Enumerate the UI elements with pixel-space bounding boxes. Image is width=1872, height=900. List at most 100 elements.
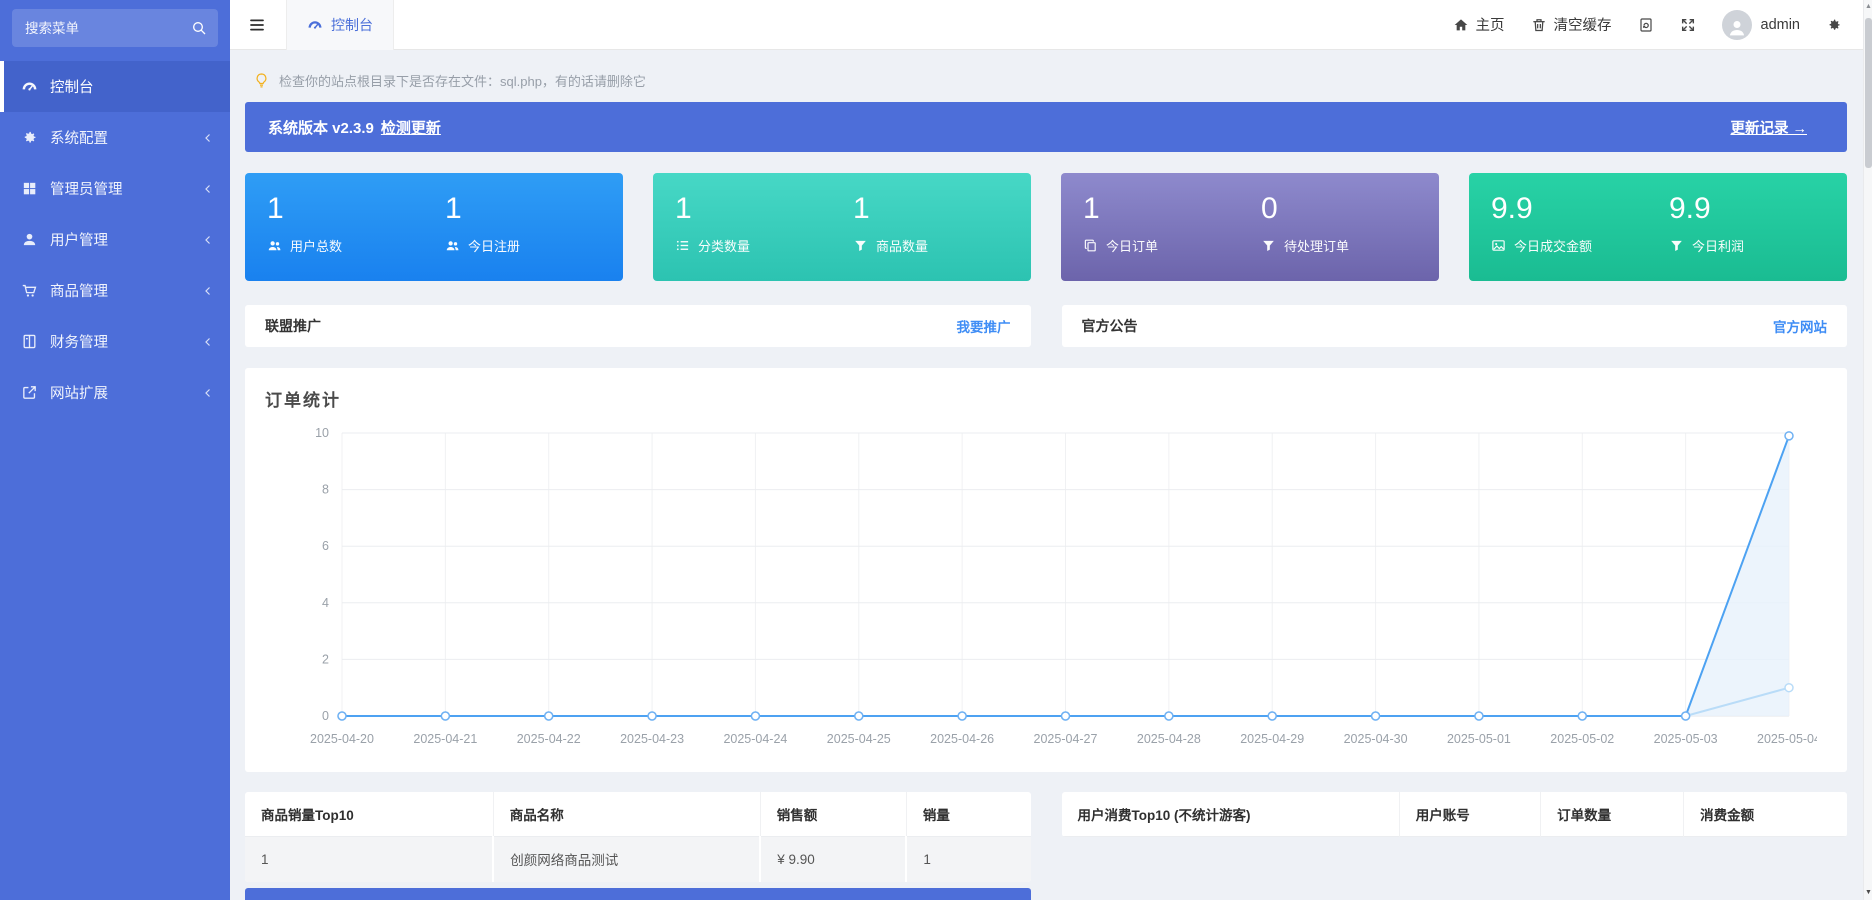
- stat-value: 1: [853, 193, 1031, 225]
- table-header-cell: 商品销量Top10: [245, 792, 493, 836]
- stat-label-text: 商品数量: [876, 236, 928, 255]
- stat-label: 分类数量: [675, 236, 853, 255]
- sidebar-item-label: 用户管理: [50, 229, 202, 250]
- content: 检查你的站点根目录下是否存在文件：sql.php，有的话请删除它 系统版本 v2…: [230, 50, 1872, 900]
- svg-text:2025-04-26: 2025-04-26: [930, 732, 994, 746]
- stat-value: 1: [267, 193, 445, 225]
- sidebar-item-goods-manage[interactable]: 商品管理: [0, 265, 230, 316]
- stat-label: 今日注册: [445, 236, 623, 255]
- sidebar-item-label: 财务管理: [50, 331, 202, 352]
- sidebar-item-user-manage[interactable]: 用户管理: [0, 214, 230, 265]
- sidebar-item-system-config[interactable]: 系统配置: [0, 112, 230, 163]
- order-chart: 02468102025-04-202025-04-212025-04-22202…: [265, 423, 1827, 763]
- stat-value: 1: [445, 193, 623, 225]
- menu-toggle-icon[interactable]: [247, 17, 267, 33]
- svg-text:6: 6: [322, 539, 329, 553]
- stat-label: 今日订单: [1083, 236, 1261, 255]
- stat: 1分类数量: [675, 193, 853, 281]
- clear-cache-button[interactable]: 清空缓存: [1531, 14, 1612, 35]
- sidebar-item-console[interactable]: 控制台: [0, 61, 230, 112]
- fullscreen-button[interactable]: [1680, 17, 1696, 33]
- svg-text:2025-04-21: 2025-04-21: [413, 732, 477, 746]
- user-menu[interactable]: admin: [1722, 10, 1801, 40]
- stat-label-text: 待处理订单: [1284, 236, 1349, 255]
- chevron-left-icon: [202, 336, 214, 348]
- search-input[interactable]: [12, 9, 218, 47]
- stat: 1 商品数量: [853, 193, 1031, 281]
- svg-text:2025-04-30: 2025-04-30: [1344, 732, 1408, 746]
- svg-text:2025-04-25: 2025-04-25: [827, 732, 891, 746]
- affiliate-link[interactable]: 我要推广: [957, 316, 1011, 336]
- cart-icon: [21, 282, 38, 299]
- ledger-icon: [21, 333, 38, 350]
- stat-value: 9.9: [1669, 193, 1847, 225]
- goods-top10-table: 商品销量Top10商品名称销售额销量1创颜网络商品测试¥ 9.901: [245, 792, 1031, 882]
- sidebar-item-finance-manage[interactable]: 财务管理: [0, 316, 230, 367]
- refresh-tab-button[interactable]: [1638, 17, 1654, 33]
- stat-cards: 1用户总数1今日注册1分类数量1商品数量1今日订单0待处理订单9.9今日成交金额…: [245, 173, 1847, 281]
- stat-label: 待处理订单: [1261, 236, 1439, 255]
- scrollbar-thumb[interactable]: [1865, 18, 1872, 168]
- scroll-down-arrow[interactable]: ▼: [1864, 888, 1872, 898]
- home-button[interactable]: 主页: [1453, 14, 1505, 35]
- svg-text:2025-04-24: 2025-04-24: [723, 732, 787, 746]
- sidebar-item-label: 网站扩展: [50, 382, 202, 403]
- table-header-cell: 消费金额: [1684, 792, 1847, 836]
- check-update-link[interactable]: 检测更新: [381, 117, 441, 138]
- username: admin: [1761, 17, 1801, 33]
- search-icon[interactable]: [191, 20, 207, 36]
- sidebar-menu: 控制台系统配置管理员管理用户管理商品管理财务管理网站扩展: [0, 61, 230, 418]
- table-header-cell: 销售额: [760, 792, 906, 836]
- stat-card-1: 1分类数量1 商品数量: [653, 173, 1031, 281]
- app-window: 控制台系统配置管理员管理用户管理商品管理财务管理网站扩展 控制台 主页 清空缓存: [0, 0, 1872, 900]
- changelog-link[interactable]: 更新记录 →: [1730, 121, 1807, 137]
- panel-affiliate: 联盟推广 我要推广: [245, 305, 1031, 347]
- stat-label: 商品数量: [853, 236, 1031, 255]
- stat-card-0: 1用户总数1今日注册: [245, 173, 623, 281]
- table-header-cell: 用户账号: [1399, 792, 1540, 836]
- user-top10-column: 用户消费Top10 (不统计游客)用户账号订单数量消费金额: [1062, 792, 1848, 837]
- external-link-icon: [21, 384, 38, 401]
- stat-label: 今日成交金额: [1491, 236, 1669, 255]
- chevron-left-icon: [202, 285, 214, 297]
- official-site-link[interactable]: 官方网站: [1773, 316, 1827, 336]
- users-icon: [445, 238, 460, 253]
- chevron-left-icon: [202, 132, 214, 144]
- tab-console[interactable]: 控制台: [286, 0, 394, 50]
- stat-card-3: 9.9今日成交金额9.9今日利润: [1469, 173, 1847, 281]
- sidebar-search: [12, 9, 218, 47]
- gauge-icon: [21, 78, 38, 95]
- funnel-icon: [853, 238, 868, 253]
- panel-announcement: 官方公告 官方网站: [1062, 305, 1848, 347]
- stat: 0待处理订单: [1261, 193, 1439, 281]
- stat-value: 9.9: [1491, 193, 1669, 225]
- scroll-up-arrow[interactable]: ▲: [1864, 2, 1872, 12]
- stat-label: 今日利润: [1669, 236, 1847, 255]
- order-chart-svg: 02468102025-04-202025-04-212025-04-22202…: [265, 423, 1817, 758]
- tab-label: 控制台: [331, 15, 373, 35]
- panel-title: 联盟推广: [265, 316, 321, 336]
- table-cell: ¥ 9.90: [760, 836, 906, 882]
- svg-text:2025-04-29: 2025-04-29: [1240, 732, 1304, 746]
- stat-value: 1: [1083, 193, 1261, 225]
- sidebar-item-label: 控制台: [50, 76, 214, 97]
- svg-text:2025-04-20: 2025-04-20: [310, 732, 374, 746]
- user-top10-table-card: 用户消费Top10 (不统计游客)用户账号订单数量消费金额: [1062, 792, 1848, 837]
- sidebar-item-admin-manage[interactable]: 管理员管理: [0, 163, 230, 214]
- vertical-scrollbar[interactable]: ▲ ▼: [1863, 0, 1872, 900]
- image-icon: [1491, 238, 1506, 253]
- chevron-left-icon: [202, 183, 214, 195]
- main-area: 控制台 主页 清空缓存 admin: [230, 0, 1872, 900]
- goods-top10-column: 商品销量Top10商品名称销售额销量1创颜网络商品测试¥ 9.901: [245, 792, 1031, 900]
- sidebar-item-label: 管理员管理: [50, 178, 202, 199]
- settings-button[interactable]: [1826, 17, 1842, 33]
- doc-refresh-icon: [1638, 17, 1654, 33]
- table-cell: 1: [906, 836, 1030, 882]
- sidebar-item-label: 商品管理: [50, 280, 202, 301]
- svg-text:2025-05-03: 2025-05-03: [1654, 732, 1718, 746]
- funnel-icon: [1261, 238, 1276, 253]
- svg-text:2025-04-23: 2025-04-23: [620, 732, 684, 746]
- sidebar-item-site-extend[interactable]: 网站扩展: [0, 367, 230, 418]
- svg-text:2025-05-04: 2025-05-04: [1757, 732, 1817, 746]
- panel-title: 官方公告: [1082, 316, 1138, 336]
